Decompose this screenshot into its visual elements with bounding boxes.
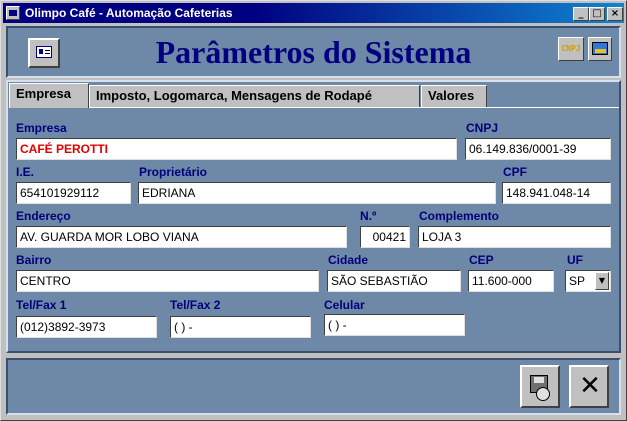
exit-button[interactable]: ✕ xyxy=(569,365,609,408)
maximize-button[interactable]: □ xyxy=(589,7,605,21)
exit-icon: ✕ xyxy=(579,371,601,401)
numero-field[interactable]: 00421 xyxy=(360,226,410,248)
picture-glyph xyxy=(592,42,608,55)
telfax1-field[interactable]: (012)3892-3973 xyxy=(16,316,157,338)
title-bar[interactable]: Olimpo Café - Automação Cafeterias _ □ × xyxy=(3,3,624,23)
empresa-field[interactable]: CAFÉ PEROTTI xyxy=(16,138,457,160)
telfax2-field[interactable]: ( ) - xyxy=(170,316,311,338)
empresa-label: Empresa xyxy=(16,121,67,135)
cpf-label: CPF xyxy=(503,165,527,179)
proprietario-field[interactable]: EDRIANA xyxy=(138,182,496,204)
endereco-field[interactable]: AV. GUARDA MOR LOBO VIANA xyxy=(16,226,347,248)
cnpj-field[interactable]: 06.149.836/0001-39 xyxy=(465,138,611,160)
telfax2-label: Tel/Fax 2 xyxy=(170,298,221,312)
telfax1-label: Tel/Fax 1 xyxy=(16,298,67,312)
app-icon[interactable] xyxy=(6,6,20,20)
cnpj-label: CNPJ xyxy=(466,121,499,135)
cep-label: CEP xyxy=(469,253,494,267)
cpf-field[interactable]: 148.941.048-14 xyxy=(502,182,611,204)
proprietario-label: Proprietário xyxy=(139,165,208,179)
uf-select[interactable]: SP ▼ xyxy=(565,270,611,292)
cep-field[interactable]: 11.600-000 xyxy=(468,270,554,292)
save-button[interactable] xyxy=(520,365,560,408)
uf-value: SP xyxy=(569,274,586,288)
ie-label: I.E. xyxy=(16,165,35,179)
tab-empresa[interactable]: Empresa xyxy=(9,83,89,108)
chevron-down-icon[interactable]: ▼ xyxy=(595,272,609,290)
complemento-field[interactable]: LOJA 3 xyxy=(418,226,611,248)
cidade-field[interactable]: SÃO SEBASTIÃO xyxy=(327,270,461,292)
window-title: Olimpo Café - Automação Cafeterias xyxy=(25,6,233,20)
page-title: Parâmetros do Sistema xyxy=(155,34,472,70)
minimize-button[interactable]: _ xyxy=(573,7,589,21)
bairro-label: Bairro xyxy=(16,253,52,267)
tab-valores[interactable]: Valores xyxy=(421,85,487,107)
image-icon[interactable] xyxy=(588,37,612,61)
disc-icon xyxy=(536,387,550,401)
cidade-label: Cidade xyxy=(328,253,369,267)
uf-label: UF xyxy=(567,253,583,267)
numero-label: N.º xyxy=(360,209,377,223)
bairro-field[interactable]: CENTRO xyxy=(16,270,319,292)
tab-imposto-logomarca[interactable]: Imposto, Logomarca, Mensagens de Rodapé xyxy=(89,85,420,107)
ie-field[interactable]: 654101929112 xyxy=(16,182,131,204)
footer-toolbar: ✕ xyxy=(6,358,621,415)
header-panel: Parâmetros do Sistema CNPJ xyxy=(6,26,621,78)
main-window: Olimpo Café - Automação Cafeterias _ □ ×… xyxy=(0,0,627,421)
complemento-label: Complemento xyxy=(419,209,500,223)
celular-field[interactable]: ( ) - xyxy=(324,314,465,336)
cnpj-icon[interactable]: CNPJ xyxy=(558,37,584,61)
celular-label: Celular xyxy=(324,298,365,312)
close-window-button[interactable]: × xyxy=(607,7,623,21)
empresa-form: Empresa CAFÉ PEROTTI CNPJ 06.149.836/000… xyxy=(10,107,619,345)
endereco-label: Endereço xyxy=(16,209,71,223)
